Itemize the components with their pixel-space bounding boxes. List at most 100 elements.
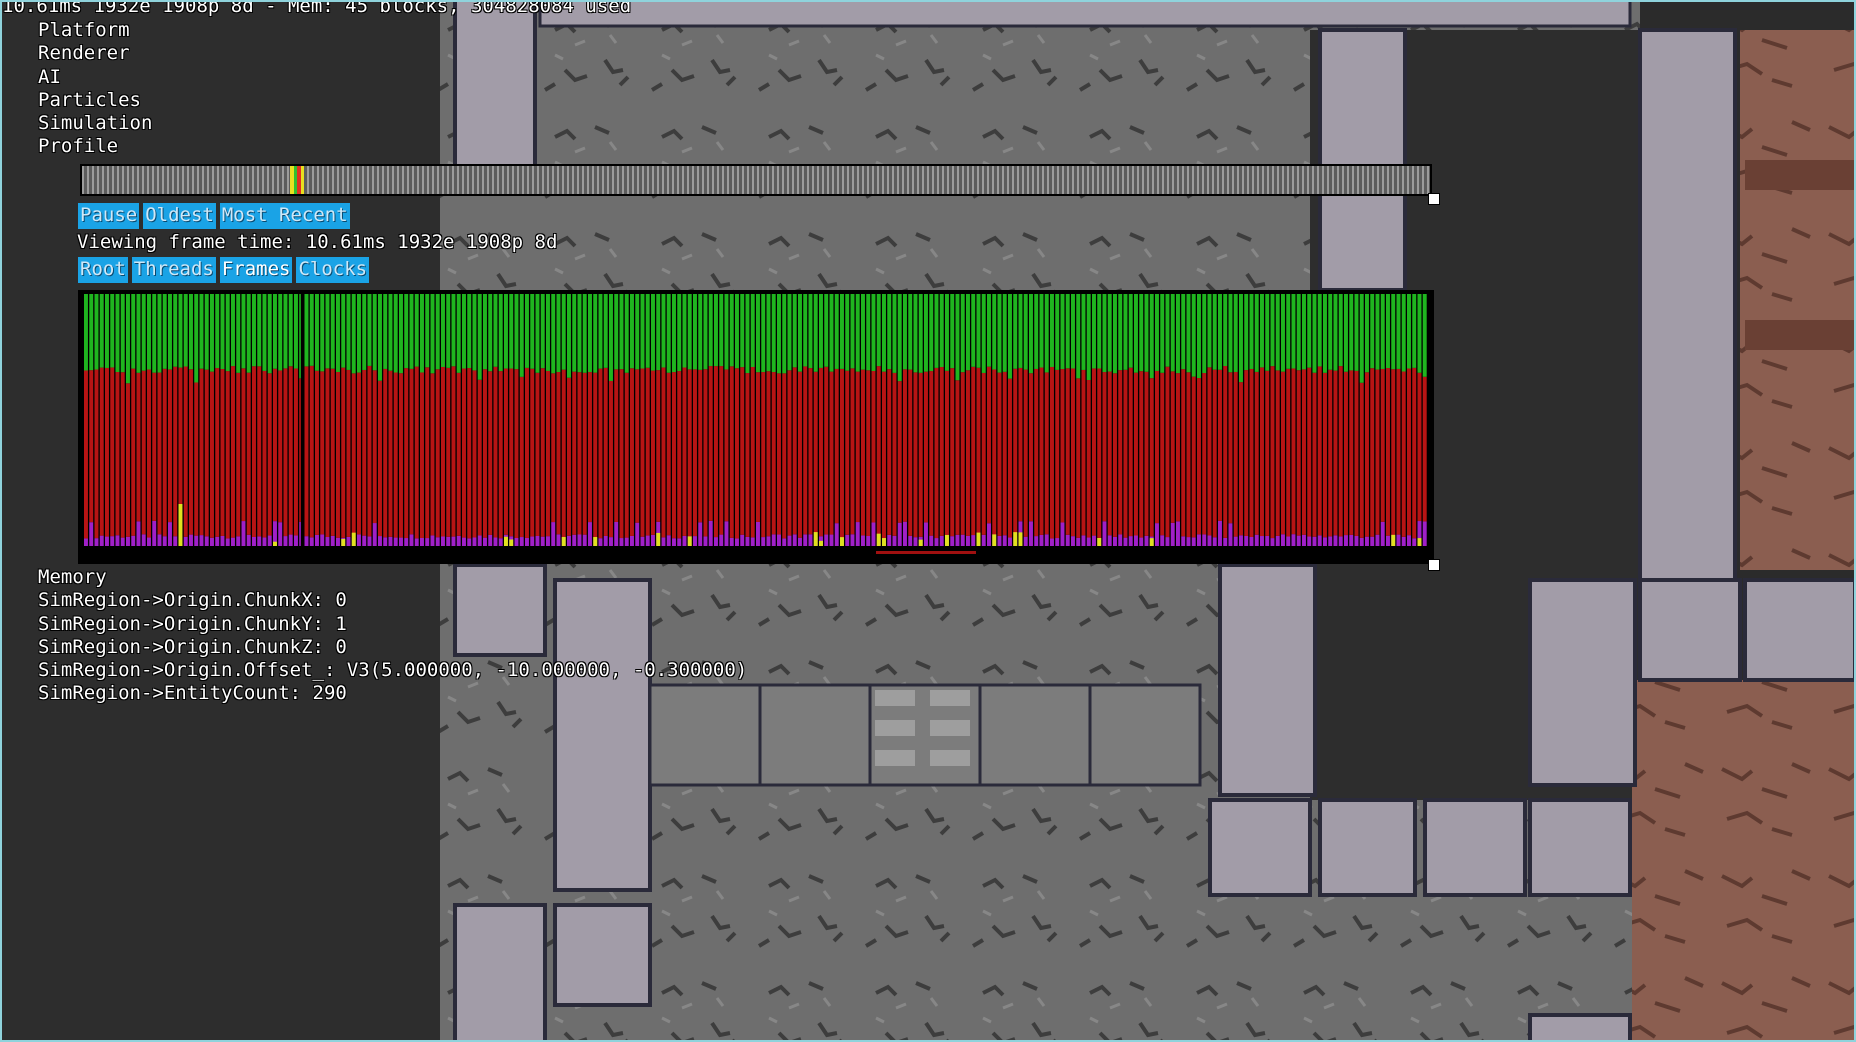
frame-bar-green (551, 294, 556, 374)
frames-graph[interactable] (78, 290, 1434, 564)
frame-bar-purple (220, 535, 225, 546)
frame-bar-red (971, 366, 976, 536)
frame-bar-green (1354, 294, 1359, 371)
frame-bar-red (1144, 371, 1149, 536)
frame-bar-red (561, 369, 566, 538)
frame-bar-purple (1412, 538, 1417, 546)
frame-bar-purple (189, 534, 193, 546)
frame-bar-highlight (992, 534, 997, 546)
frame-bar-green (630, 294, 634, 369)
frame-bar-red (493, 366, 498, 538)
frame-bar-red (399, 373, 403, 538)
frame-bar-highlight (509, 539, 514, 546)
frame-bar-purple (897, 522, 902, 546)
frame-bar-purple (682, 535, 687, 546)
frame-bar-red (829, 371, 834, 535)
frame-bar-red (756, 372, 760, 522)
tab-frames[interactable]: Frames (219, 257, 293, 283)
frame-bar-purple (173, 536, 178, 546)
frame-bar-green (556, 294, 561, 373)
frame-bar-green (1323, 294, 1327, 373)
frame-bar-green (950, 294, 955, 369)
frame-bar-green (435, 294, 440, 370)
frame-bar-red (236, 372, 241, 537)
frame-bar-green (619, 294, 624, 370)
frame-bar-purple (929, 535, 934, 546)
frame-bar-purple (871, 522, 876, 546)
frame-bar-green (1380, 294, 1385, 369)
menu-item-ai[interactable]: AI (38, 66, 152, 89)
frame-bar-red (462, 368, 466, 538)
frame-bar-green (666, 294, 671, 373)
frame-bar-highlight (813, 532, 818, 546)
frame-bar-red (1317, 366, 1322, 536)
frame-bar-purple (1265, 535, 1270, 546)
frame-bar-red (855, 371, 860, 523)
frame-bar-purple (409, 534, 414, 546)
frame-bar-purple (1386, 535, 1390, 546)
frame-bar-green (1060, 294, 1065, 370)
frame-bar-purple (777, 534, 781, 546)
frame-bar-red (1223, 365, 1228, 538)
frame-bar-purple (624, 537, 629, 546)
frame-bar-red (126, 383, 130, 537)
frame-bar-red (425, 367, 430, 539)
frame-bar-highlight (341, 538, 346, 546)
frame-bar-red (451, 366, 456, 537)
frame-bar-red (262, 370, 267, 538)
frame-bar-red (157, 372, 162, 535)
pause-button[interactable]: Pause (78, 203, 140, 229)
tab-threads[interactable]: Threads (131, 257, 216, 283)
frame-bar-red (1081, 369, 1086, 536)
frame-bar-green (1113, 294, 1117, 374)
frame-bar-purple (1044, 534, 1049, 546)
frame-bar-purple (1165, 537, 1170, 546)
frame-bar-red (1323, 372, 1327, 538)
frame-bar-purple (283, 536, 288, 546)
menu-item-renderer[interactable]: Renderer (38, 42, 152, 65)
frame-bar-green (257, 294, 262, 367)
frame-bar-purple (1370, 536, 1375, 546)
frame-bar-red (1422, 376, 1427, 522)
frame-bar-red (918, 372, 923, 537)
debug-menu: Platform Renderer AI Particles Simulatio… (38, 19, 152, 159)
menu-item-particles[interactable]: Particles (38, 89, 152, 112)
most-recent-button[interactable]: Most Recent (219, 203, 350, 229)
frame-bar-purple (1181, 536, 1186, 546)
frame-bar-purple (1359, 537, 1364, 546)
frame-bar-green (309, 294, 314, 366)
tab-clocks[interactable]: Clocks (296, 257, 370, 283)
menu-item-simulation[interactable]: Simulation (38, 112, 152, 135)
slider-resize-handle[interactable] (1428, 193, 1440, 205)
frame-bar-red (1176, 373, 1180, 522)
frame-bar-purple (1186, 537, 1191, 546)
frame-bar-red (1401, 371, 1406, 537)
frame-bar-red (1170, 371, 1175, 523)
menu-item-profile[interactable]: Profile (38, 135, 152, 158)
frame-bar-green (1254, 294, 1259, 372)
frame-bar-purple (924, 522, 928, 546)
frame-bar-purple (556, 534, 561, 546)
menu-item-platform[interactable]: Platform (38, 19, 152, 42)
frame-bar-purple (1317, 535, 1322, 546)
frame-bar-green (1139, 294, 1144, 372)
frame-bar-purple (1076, 537, 1081, 546)
sim-chunk-x: SimRegion->Origin.ChunkX: 0 (38, 589, 347, 612)
frame-bar-highlight (976, 532, 981, 546)
frame-slider[interactable] (80, 164, 1432, 196)
frame-bar-purple (861, 535, 865, 546)
frame-bar-green (267, 294, 272, 374)
frame-bar-red (105, 367, 109, 537)
graph-resize-handle[interactable] (1428, 559, 1440, 571)
memory-title[interactable]: Memory (38, 566, 747, 589)
frame-bar-green (1039, 294, 1044, 368)
tab-root[interactable]: Root (78, 257, 128, 283)
frame-bar-red (1134, 372, 1138, 536)
frame-bar-red (666, 372, 671, 536)
oldest-button[interactable]: Oldest (143, 203, 216, 229)
frame-bar-purple (1375, 534, 1380, 546)
frame-bar-green (320, 294, 325, 372)
frame-bar-red (976, 367, 981, 539)
frame-bar-red (645, 367, 650, 536)
frame-bar-green (241, 294, 246, 369)
